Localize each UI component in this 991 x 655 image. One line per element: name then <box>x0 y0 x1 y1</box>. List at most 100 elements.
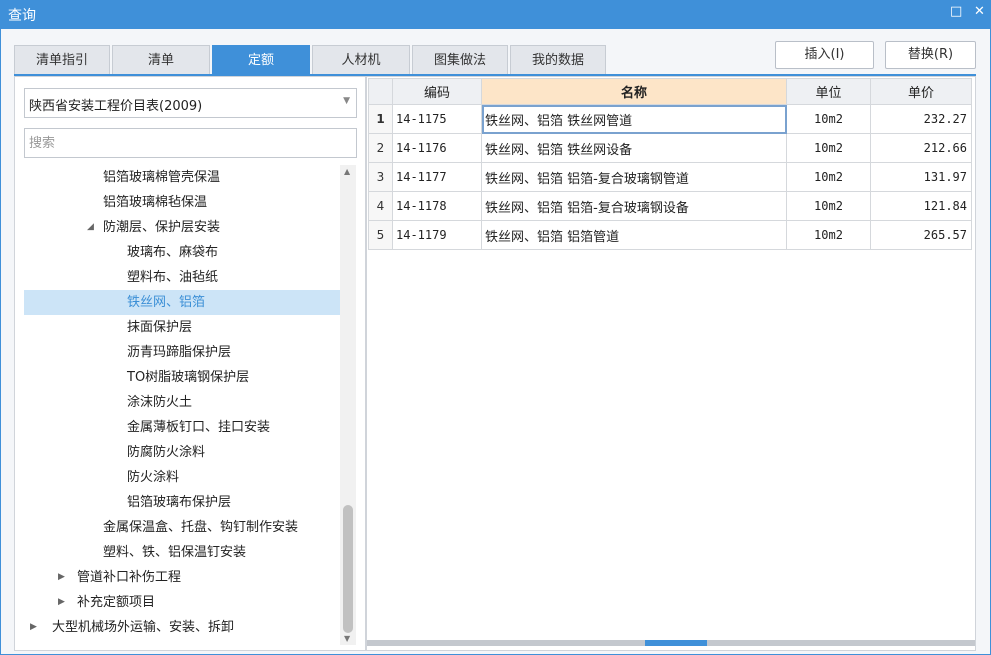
cell-code[interactable]: 14-1177 <box>392 162 482 192</box>
tree-item[interactable]: 防腐防火涂料 <box>24 440 340 465</box>
tree-item-label: 铝箔玻璃棉毡保温 <box>103 195 208 210</box>
header-unit[interactable]: 单位 <box>786 78 871 105</box>
tree-item-label: 塑料布、油毡纸 <box>127 270 219 285</box>
cell-price[interactable]: 121.84 <box>870 191 972 221</box>
table-row[interactable]: 2 14-1176 铁丝网、铝箔 铁丝网设备 10m2 212.66 <box>368 133 972 163</box>
chevron-down-icon[interactable]: ▼ <box>343 96 350 106</box>
replace-button[interactable]: 替换(R) <box>885 41 976 69</box>
tree-item[interactable]: 金属保温盒、托盘、钩钉制作安装 <box>24 515 340 540</box>
header-name[interactable]: 名称 <box>481 78 787 105</box>
tab-quota[interactable]: 定额 <box>212 45 310 75</box>
tree-item[interactable]: ◢ 防潮层、保护层安装 <box>24 215 340 240</box>
tree-item[interactable]: 涂沫防火土 <box>24 390 340 415</box>
tree-item[interactable]: ▶ 管道补口补伤工程 <box>24 565 340 590</box>
tree-item-label: 铝箔玻璃布保护层 <box>127 495 232 510</box>
close-icon[interactable]: ✕ <box>974 4 985 19</box>
cell-unit[interactable]: 10m2 <box>786 133 871 163</box>
cell-unit[interactable]: 10m2 <box>786 220 871 250</box>
tab-list-guide[interactable]: 清单指引 <box>14 45 110 75</box>
row-number: 2 <box>368 133 393 163</box>
header-code[interactable]: 编码 <box>392 78 482 105</box>
tree-item-selected[interactable]: 铁丝网、铝箔 <box>24 290 340 315</box>
row-number: 4 <box>368 191 393 221</box>
tree-item-label: 管道补口补伤工程 <box>77 570 182 585</box>
cell-name[interactable]: 铁丝网、铝箔 铁丝网设备 <box>481 133 787 163</box>
header-price[interactable]: 单价 <box>870 78 972 105</box>
search-input[interactable] <box>24 128 357 158</box>
expand-triangle-icon[interactable]: ▶ <box>58 565 65 590</box>
cell-name[interactable]: 铁丝网、铝箔 铝箔-复合玻璃钢管道 <box>481 162 787 192</box>
tab-my-data[interactable]: 我的数据 <box>510 45 606 75</box>
scrollbar-thumb[interactable] <box>343 505 353 633</box>
tab-list[interactable]: 清单 <box>112 45 210 75</box>
expand-triangle-icon[interactable]: ▶ <box>58 590 65 615</box>
tree-item-label: 涂沫防火土 <box>127 395 193 410</box>
window-title: 查询 <box>8 8 36 24</box>
tree-item[interactable]: ▶ 补充定额项目 <box>24 590 340 615</box>
cell-code[interactable]: 14-1176 <box>392 133 482 163</box>
tab-atlas-methods[interactable]: 图集做法 <box>412 45 508 75</box>
scroll-down-icon[interactable]: ▼ <box>344 634 350 643</box>
tree-item[interactable]: 铝箔玻璃布保护层 <box>24 490 340 515</box>
tree-item-label: 玻璃布、麻袋布 <box>127 245 219 260</box>
cell-name[interactable]: 铁丝网、铝箔 铝箔-复合玻璃钢设备 <box>481 191 787 221</box>
tree-item[interactable]: 防火涂料 <box>24 465 340 490</box>
cell-name[interactable]: 铁丝网、铝箔 铁丝网管道 <box>481 104 787 134</box>
table-header-row: 编码 名称 单位 单价 <box>368 78 972 105</box>
cell-unit[interactable]: 10m2 <box>786 191 871 221</box>
tree-scrollbar[interactable]: ▲ ▼ <box>340 165 356 645</box>
tree-item-label: 大型机械场外运输、安装、拆卸 <box>52 620 235 635</box>
tree-item[interactable]: 塑料布、油毡纸 <box>24 265 340 290</box>
tree-item-label: 金属保温盒、托盘、钩钉制作安装 <box>103 520 299 535</box>
tree-item-label: 塑料、铁、铝保温钉安装 <box>103 545 247 560</box>
header-row-number <box>368 78 393 105</box>
library-select[interactable]: 陕西省安装工程价目表(2009) ▼ <box>24 88 357 118</box>
results-table: 编码 名称 单位 单价 1 14-1175 铁丝网、铝箔 铁丝网管道 10m2 … <box>368 78 972 250</box>
row-number: 5 <box>368 220 393 250</box>
tree-item[interactable]: 金属薄板钉口、挂口安装 <box>24 415 340 440</box>
cell-unit[interactable]: 10m2 <box>786 104 871 134</box>
cell-code[interactable]: 14-1179 <box>392 220 482 250</box>
insert-button[interactable]: 插入(I) <box>775 41 874 69</box>
tree-item[interactable]: ▶ 大型机械场外运输、安装、拆卸 <box>24 615 340 639</box>
tree-item-label: 金属薄板钉口、挂口安装 <box>127 420 271 435</box>
row-number: 1 <box>368 104 393 134</box>
table-row[interactable]: 1 14-1175 铁丝网、铝箔 铁丝网管道 10m2 232.27 <box>368 104 972 134</box>
tree-item[interactable]: 沥青玛蹄脂保护层 <box>24 340 340 365</box>
tree-item-label: 防火涂料 <box>127 470 180 485</box>
collapse-triangle-icon[interactable]: ◢ <box>87 215 94 240</box>
maximize-icon[interactable]: □ <box>950 4 962 19</box>
panel-splitter[interactable] <box>367 640 975 646</box>
library-select-value: 陕西省安装工程价目表(2009) <box>29 99 203 114</box>
table-row[interactable]: 5 14-1179 铁丝网、铝箔 铝箔管道 10m2 265.57 <box>368 220 972 250</box>
tree-item[interactable]: TO树脂玻璃钢保护层 <box>24 365 340 390</box>
cell-name[interactable]: 铁丝网、铝箔 铝箔管道 <box>481 220 787 250</box>
quota-tree: 铝箔玻璃棉管壳保温 铝箔玻璃棉毡保温 ◢ 防潮层、保护层安装 玻璃布、麻袋布 塑料… <box>24 165 340 639</box>
tree-item-label: 补充定额项目 <box>77 595 156 610</box>
tree-item-label: 铝箔玻璃棉管壳保温 <box>103 170 221 185</box>
row-number: 3 <box>368 162 393 192</box>
expand-triangle-icon[interactable]: ▶ <box>30 615 37 639</box>
tree-item-label: 防腐防火涂料 <box>127 445 206 460</box>
tree-item-label: 抹面保护层 <box>127 320 193 335</box>
cell-price[interactable]: 131.97 <box>870 162 972 192</box>
tree-item[interactable]: 抹面保护层 <box>24 315 340 340</box>
table-row[interactable]: 4 14-1178 铁丝网、铝箔 铝箔-复合玻璃钢设备 10m2 121.84 <box>368 191 972 221</box>
cell-code[interactable]: 14-1178 <box>392 191 482 221</box>
cell-code[interactable]: 14-1175 <box>392 104 482 134</box>
tree-item[interactable]: 铝箔玻璃棉毡保温 <box>24 190 340 215</box>
scroll-up-icon[interactable]: ▲ <box>344 167 350 176</box>
tree-item[interactable]: 玻璃布、麻袋布 <box>24 240 340 265</box>
table-row[interactable]: 3 14-1177 铁丝网、铝箔 铝箔-复合玻璃钢管道 10m2 131.97 <box>368 162 972 192</box>
tree-item-label: TO树脂玻璃钢保护层 <box>127 370 250 385</box>
cell-price[interactable]: 265.57 <box>870 220 972 250</box>
cell-price[interactable]: 232.27 <box>870 104 972 134</box>
splitter-grip-icon[interactable] <box>645 640 707 646</box>
tree-item[interactable]: 塑料、铁、铝保温钉安装 <box>24 540 340 565</box>
cell-price[interactable]: 212.66 <box>870 133 972 163</box>
tab-labor-material-machine[interactable]: 人材机 <box>312 45 410 75</box>
tree-item-label: 防潮层、保护层安装 <box>103 220 221 235</box>
tree-item-label: 沥青玛蹄脂保护层 <box>127 345 232 360</box>
cell-unit[interactable]: 10m2 <box>786 162 871 192</box>
tree-item[interactable]: 铝箔玻璃棉管壳保温 <box>24 165 340 190</box>
